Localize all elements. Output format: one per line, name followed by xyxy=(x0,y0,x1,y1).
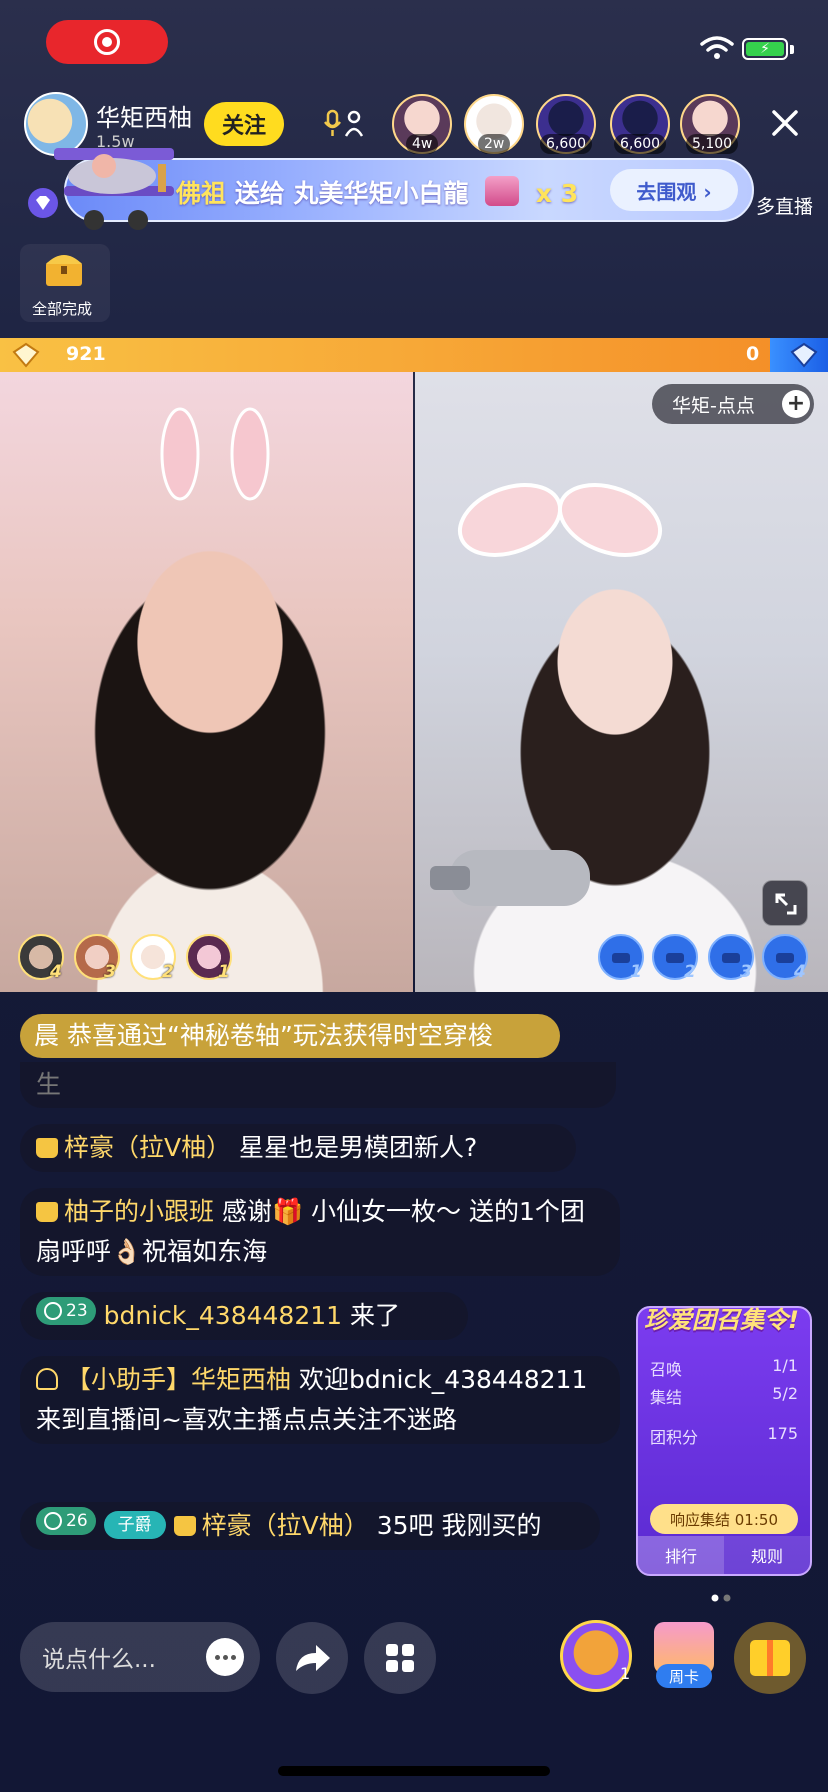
watch-button[interactable]: 去围观 › xyxy=(610,169,738,211)
viewer-contribution-badge: 6,600 xyxy=(614,134,667,154)
comment-placeholder: 说点什么... xyxy=(42,1647,156,1673)
contributor-rank: 3 xyxy=(104,962,116,982)
seat-number: 3 xyxy=(740,962,752,982)
rank-diamond-icon xyxy=(790,342,818,368)
club-row-value: 1/1 xyxy=(772,1356,798,1375)
helper-icon xyxy=(36,1368,58,1390)
battery-icon: ⚡ xyxy=(742,38,788,60)
user-level-badge: 26 xyxy=(36,1507,96,1535)
pk-progress-bar xyxy=(0,338,828,372)
banner-receiver: 丸美华矩小白龍 xyxy=(293,179,469,208)
system-message: 晨 恭喜通过“神秘卷轴”玩法获得时空穿梭 xyxy=(20,1014,560,1058)
home-indicator[interactable] xyxy=(278,1766,550,1776)
club-row-value: 5/2 xyxy=(772,1384,798,1403)
chat-text: 35吧 我刚买的 xyxy=(368,1511,542,1540)
chat-username[interactable]: bdnick_438448211 xyxy=(104,1301,342,1330)
chat-username[interactable]: 【小助手】华矩西柚 xyxy=(66,1365,291,1394)
grid-icon xyxy=(386,1644,414,1672)
seat-number: 2 xyxy=(684,962,696,982)
week-card-label: 周卡 xyxy=(656,1664,712,1688)
mascot-count: 1 xyxy=(620,1664,631,1683)
club-row-points: 团积分 175 xyxy=(650,1424,798,1448)
viewer-contribution-badge: 4w xyxy=(406,134,439,154)
expand-icon[interactable] xyxy=(762,880,808,926)
wifi-icon xyxy=(700,36,734,59)
contributor-rank: 4 xyxy=(50,962,62,982)
banner-text: 佛祖 送给 丸美华矩小白龍 x 3 xyxy=(176,174,578,210)
respond-gather-button[interactable]: 响应集结 01:50 xyxy=(650,1504,798,1534)
system-message-continued: 生 xyxy=(20,1062,616,1108)
chat-username[interactable]: 梓豪（拉V柚） xyxy=(64,1133,231,1162)
club-row-summon: 召唤 1/1 xyxy=(650,1356,798,1380)
fan-crown-icon xyxy=(36,1202,58,1222)
share-arrow-icon xyxy=(296,1645,330,1671)
viewer-contribution-badge: 5,100 xyxy=(686,134,739,154)
mic-link-icon[interactable] xyxy=(322,108,366,140)
level-icon xyxy=(44,1512,62,1530)
pk-left-score: 921 xyxy=(66,343,106,365)
level-icon xyxy=(44,1302,62,1320)
club-row-gather: 集结 5/2 xyxy=(650,1384,798,1408)
gift-icon xyxy=(485,176,520,206)
chat-message: 26 子爵 梓豪（拉V柚） 35吧 我刚买的 xyxy=(20,1502,600,1550)
comment-input[interactable]: 说点什么... xyxy=(20,1622,260,1692)
fan-club-card[interactable]: 召唤 1/1 集结 5/2 团积分 175 响应集结 01:50 排行 规则 xyxy=(636,1306,812,1576)
fan-club-title: 珍爱团召集令! xyxy=(644,1306,799,1334)
user-level: 23 xyxy=(66,1301,88,1321)
fan-crown-icon xyxy=(173,1516,196,1536)
user-level: 26 xyxy=(66,1511,88,1531)
seat-number: 4 xyxy=(794,962,806,982)
club-tabs: 排行 规则 xyxy=(638,1536,810,1574)
microphone-prop xyxy=(430,850,590,906)
close-icon[interactable] xyxy=(770,108,800,138)
plane-icon xyxy=(54,148,174,230)
share-button[interactable] xyxy=(276,1622,348,1694)
partner-name-label: 华矩-点点 xyxy=(672,394,755,417)
banner-verb: 送给 xyxy=(234,179,285,208)
follow-partner-plus-icon[interactable]: + xyxy=(782,390,810,418)
chat-message: 【小助手】华矩西柚 欢迎bdnick_438448211来到直播间~喜欢主播点点… xyxy=(20,1356,620,1444)
screen-record-indicator[interactable] xyxy=(46,20,168,64)
club-row-label: 集结 xyxy=(650,1388,683,1407)
contributor-rank: 1 xyxy=(218,962,230,982)
viewer-contribution-badge: 2w xyxy=(478,134,511,154)
record-icon xyxy=(94,29,120,55)
fan-crown-icon xyxy=(36,1138,58,1158)
contributor-rank: 2 xyxy=(162,962,174,982)
follow-button[interactable]: 关注 xyxy=(204,102,284,146)
chat-message: 23 bdnick_438448211 来了 xyxy=(20,1292,468,1340)
club-row-label: 团积分 xyxy=(650,1428,699,1447)
emoji-bubble-icon[interactable] xyxy=(206,1638,244,1676)
banner-count: x 3 xyxy=(535,179,579,208)
pk-partner-name[interactable]: 华矩-点点 + xyxy=(652,384,814,424)
page-indicator xyxy=(711,1594,731,1602)
pk-right-score: 0 xyxy=(746,343,760,365)
gift-box-icon xyxy=(750,1640,790,1676)
treasure-chest-icon xyxy=(46,255,82,286)
user-level-badge: 23 xyxy=(36,1297,96,1325)
battery-cap xyxy=(790,45,794,54)
week-card-button[interactable]: 周卡 xyxy=(646,1618,722,1694)
diamond-icon xyxy=(28,188,58,218)
chat-username[interactable]: 柚子的小跟班 xyxy=(64,1197,214,1226)
chat-text: 来了 xyxy=(342,1301,400,1330)
bunny-ears-filter xyxy=(160,407,270,501)
bunny-ears-filter xyxy=(457,483,663,557)
chat-username[interactable]: 梓豪（拉V柚） xyxy=(202,1511,369,1540)
chat-message: 柚子的小跟班 感谢🎁 小仙女一枚～ 送的1个团扇呼呼👌🏻祝福如东海 xyxy=(20,1188,620,1276)
tab-rank[interactable]: 排行 xyxy=(638,1536,724,1574)
gift-button[interactable] xyxy=(734,1622,806,1694)
tab-rules[interactable]: 规则 xyxy=(724,1536,810,1574)
chat-text: 星星也是男模团新人? xyxy=(231,1133,478,1162)
more-menu-button[interactable] xyxy=(364,1622,436,1694)
rank-diamond-icon xyxy=(12,342,40,368)
club-row-label: 召唤 xyxy=(650,1360,683,1379)
viewer-contribution-badge: 6,600 xyxy=(540,134,593,154)
seat-number: 1 xyxy=(630,962,642,982)
task-status-label: 全部完成 xyxy=(32,300,93,318)
noble-title-badge: 子爵 xyxy=(103,1511,166,1539)
club-row-value: 175 xyxy=(767,1424,798,1443)
more-live-link[interactable]: 多直播 xyxy=(756,192,813,219)
chat-message: 梓豪（拉V柚） 星星也是男模团新人? xyxy=(20,1124,576,1172)
